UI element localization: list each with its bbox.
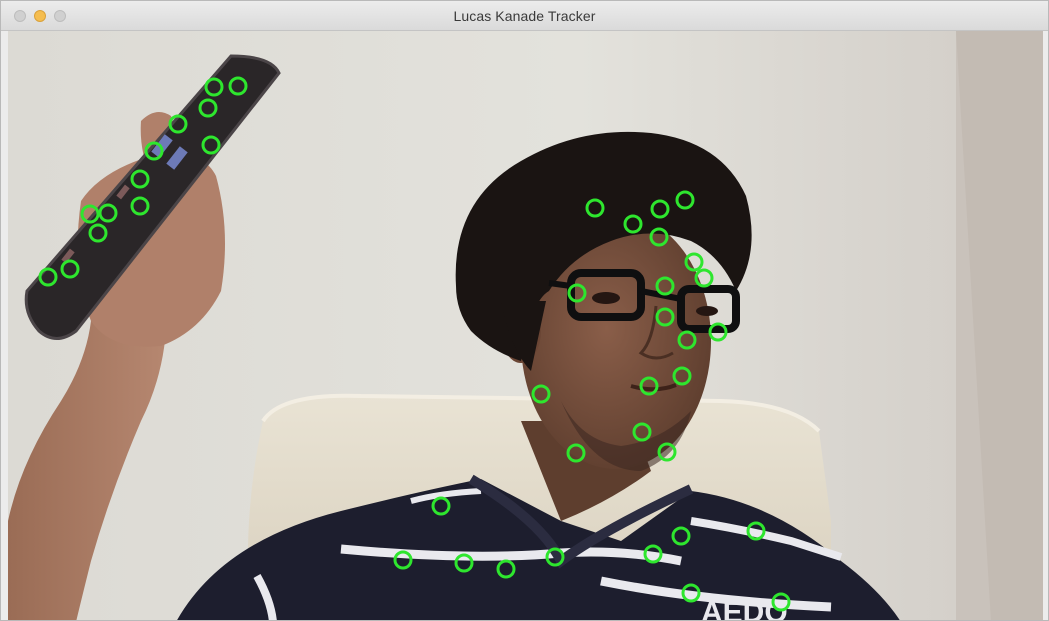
eye [592,292,620,304]
tracker-window: Lucas Kanade Tracker AEDO [0,0,1049,621]
title-bar[interactable]: Lucas Kanade Tracker [1,1,1048,31]
video-frame: AEDO [8,31,1043,620]
glasses-temple [548,280,572,289]
window-title: Lucas Kanade Tracker [453,8,596,24]
eye [696,306,718,316]
camera-frame-canvas: AEDO [8,31,1043,620]
